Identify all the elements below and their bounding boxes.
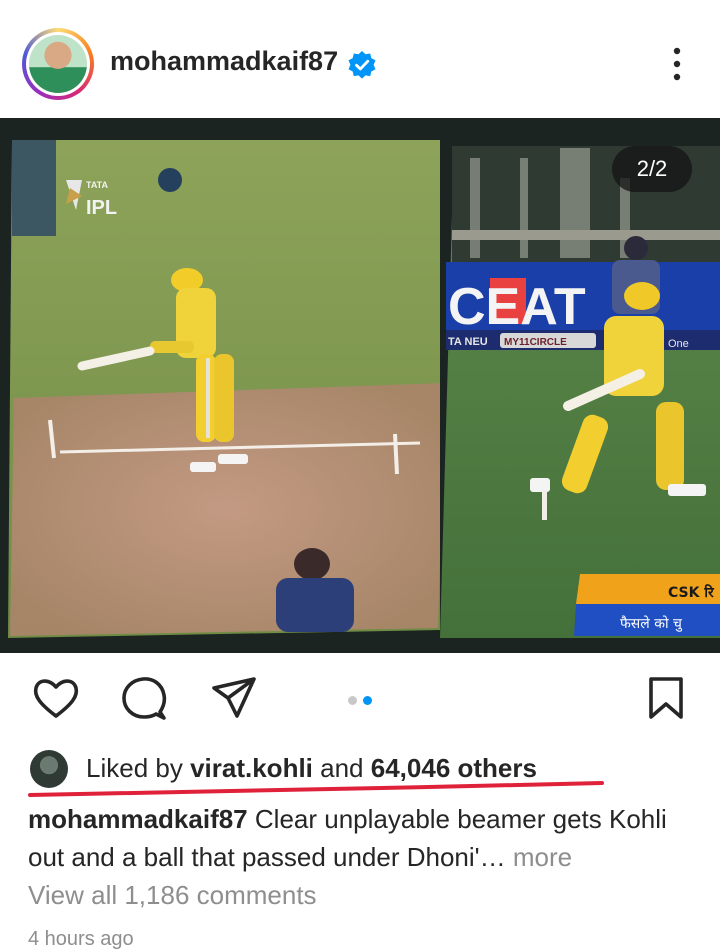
ad-left-text: TA NEU: [448, 336, 488, 348]
carousel-dots: [345, 692, 375, 710]
post-image[interactable]: TATA IPL CEAT TA NEU MY11CIRCLE One CSK …: [0, 118, 720, 653]
caption-username[interactable]: mohammadkaif87: [28, 804, 248, 834]
caption-more-link[interactable]: more: [513, 842, 572, 872]
left-broadcast-panel: TATA IPL: [8, 140, 448, 638]
post-image-graphic: TATA IPL CEAT TA NEU MY11CIRCLE One CSK …: [0, 118, 720, 653]
red-underline-annotation: [28, 781, 604, 797]
likes-connector: and: [320, 753, 364, 783]
carousel-dot-1: [348, 696, 357, 705]
ad-mid-text: MY11CIRCLE: [504, 337, 567, 348]
view-comments-link[interactable]: View all 1,186 comments: [28, 880, 317, 911]
post-username[interactable]: mohammadkaif87: [110, 46, 338, 77]
bookmark-icon[interactable]: [646, 676, 686, 720]
verified-badge-icon: [348, 51, 376, 79]
logo-bottom-text: IPL: [86, 197, 117, 219]
likes-prefix: Liked by: [86, 753, 183, 783]
ad-right-text: One: [668, 338, 689, 350]
ticker-top-text: CSK रि: [668, 584, 715, 601]
ticker-bottom-text: फैसले को चु: [620, 615, 683, 632]
post-header: mohammadkaif87: [0, 0, 720, 118]
ad-board-text: CEAT: [448, 278, 586, 336]
profile-avatar[interactable]: [22, 28, 94, 100]
carousel-dot-2-active: [363, 696, 372, 705]
logo-top-text: TATA: [86, 180, 108, 190]
likes-user[interactable]: virat.kohli: [190, 753, 313, 783]
image-counter-badge: 2/2: [612, 146, 692, 192]
comment-icon[interactable]: [120, 676, 168, 722]
more-vertical-icon[interactable]: [666, 44, 688, 84]
right-broadcast-panel: CEAT TA NEU MY11CIRCLE One CSK रि फैसले …: [440, 146, 720, 638]
post-timestamp: 4 hours ago: [28, 928, 134, 950]
likes-others[interactable]: 64,046 others: [371, 753, 537, 783]
share-icon[interactable]: [210, 676, 258, 720]
heart-icon[interactable]: [32, 676, 80, 720]
post-caption: mohammadkaif87 Clear unplayable beamer g…: [28, 800, 700, 876]
